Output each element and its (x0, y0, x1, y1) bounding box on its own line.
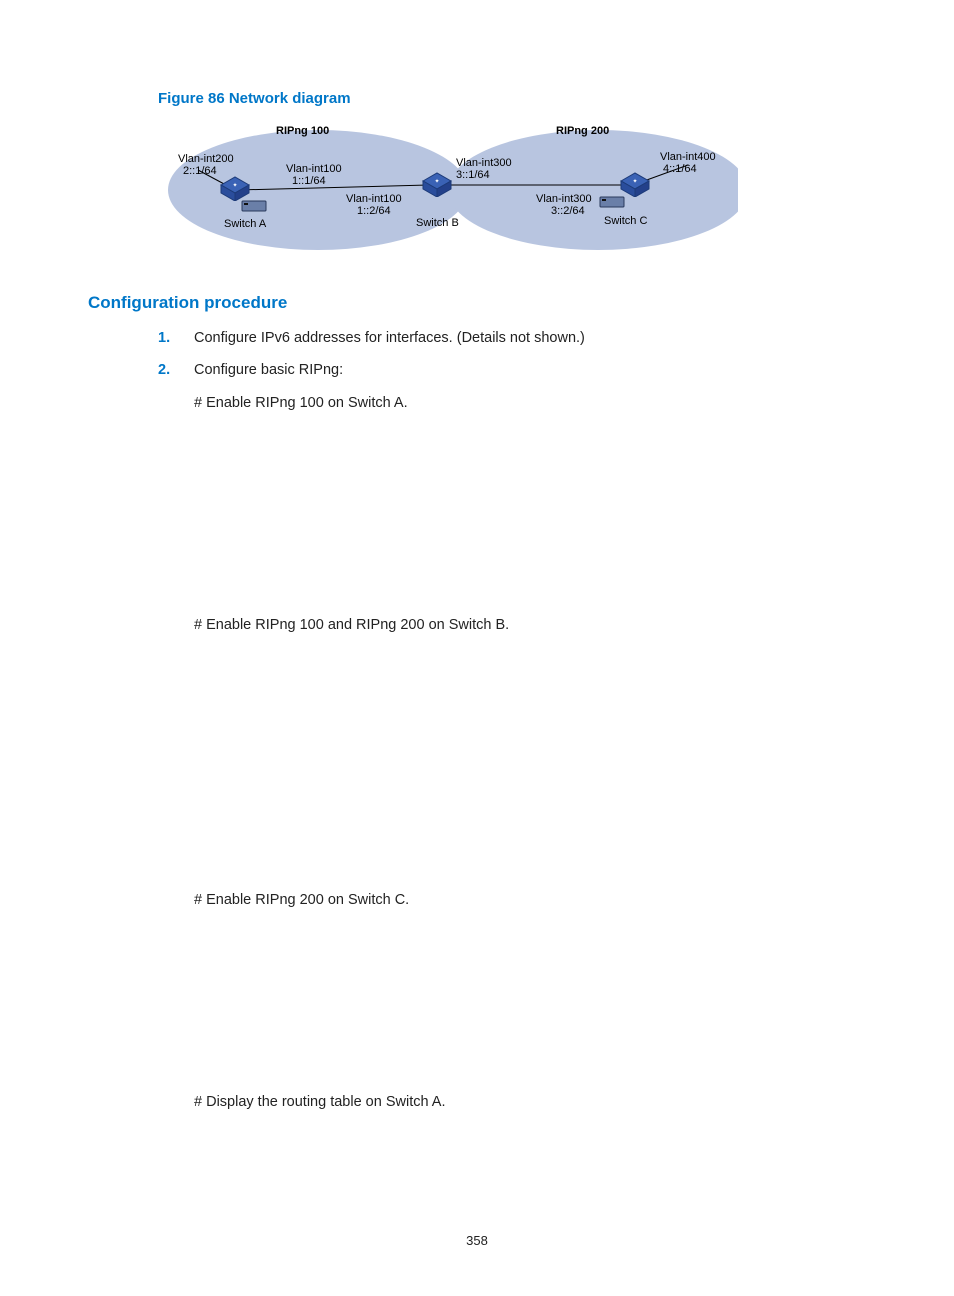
switch-b-label: Switch B (416, 217, 459, 229)
whitespace (88, 911, 866, 1091)
switch-a-label: Switch A (224, 218, 266, 230)
step-text: Configure basic RIPng: (194, 362, 343, 378)
vlan-int300-left-addr: 3::1/64 (456, 169, 490, 181)
svg-text:✦: ✦ (232, 182, 237, 189)
instruction-d: # Display the routing table on Switch A. (194, 1091, 866, 1113)
vlan-int100-right-label: Vlan-int100 (346, 193, 402, 205)
document-page: Figure 86 Network diagram ✦ (0, 0, 954, 1296)
vlan-int100-left-label: Vlan-int100 (286, 163, 342, 175)
step-number: 1. (158, 327, 170, 349)
ripng-200-label: RIPng 200 (556, 125, 609, 137)
vlan-int200-label: Vlan-int200 (178, 153, 234, 165)
page-number: 358 (0, 1233, 954, 1248)
vlan-int300-right-label: Vlan-int300 (536, 193, 592, 205)
ripng-100-label: RIPng 100 (276, 125, 329, 137)
network-diagram: ✦ ✦ ✦ RIPng 100 RIPng 200 Vlan-int200 2:… (158, 115, 738, 265)
vlan-int300-left-label: Vlan-int300 (456, 157, 512, 169)
vlan-int100-left-addr: 1::1/64 (292, 175, 326, 187)
whitespace (88, 414, 866, 614)
vlan-int100-right-addr: 1::2/64 (357, 205, 391, 217)
instruction-c: # Enable RIPng 200 on Switch C. (194, 889, 866, 911)
instruction-a: # Enable RIPng 100 on Switch A. (194, 392, 866, 414)
switch-icon: ✦ (218, 175, 252, 201)
section-heading: Configuration procedure (88, 293, 866, 313)
vlan-int200-addr: 2::1/64 (183, 165, 217, 177)
vlan-int400-addr: 4::1/64 (663, 163, 697, 175)
vlan-int300-right-addr: 3::2/64 (551, 205, 585, 217)
instruction-b: # Enable RIPng 100 and RIPng 200 on Swit… (194, 614, 866, 636)
server-icon (240, 199, 268, 213)
step-1: 1. Configure IPv6 addresses for interfac… (88, 327, 866, 349)
svg-text:✦: ✦ (434, 178, 439, 185)
whitespace (88, 637, 866, 889)
figure-caption: Figure 86 Network diagram (158, 90, 866, 107)
switch-icon: ✦ (618, 171, 652, 197)
server-icon (598, 195, 626, 209)
step-number: 2. (158, 359, 170, 381)
steps-list: 1. Configure IPv6 addresses for interfac… (88, 327, 866, 382)
vlan-int400-label: Vlan-int400 (660, 151, 716, 163)
switch-c-label: Switch C (604, 215, 647, 227)
step-2: 2. Configure basic RIPng: (88, 359, 866, 381)
svg-text:✦: ✦ (632, 178, 637, 185)
switch-icon: ✦ (420, 171, 454, 197)
step-text: Configure IPv6 addresses for interfaces.… (194, 330, 585, 346)
